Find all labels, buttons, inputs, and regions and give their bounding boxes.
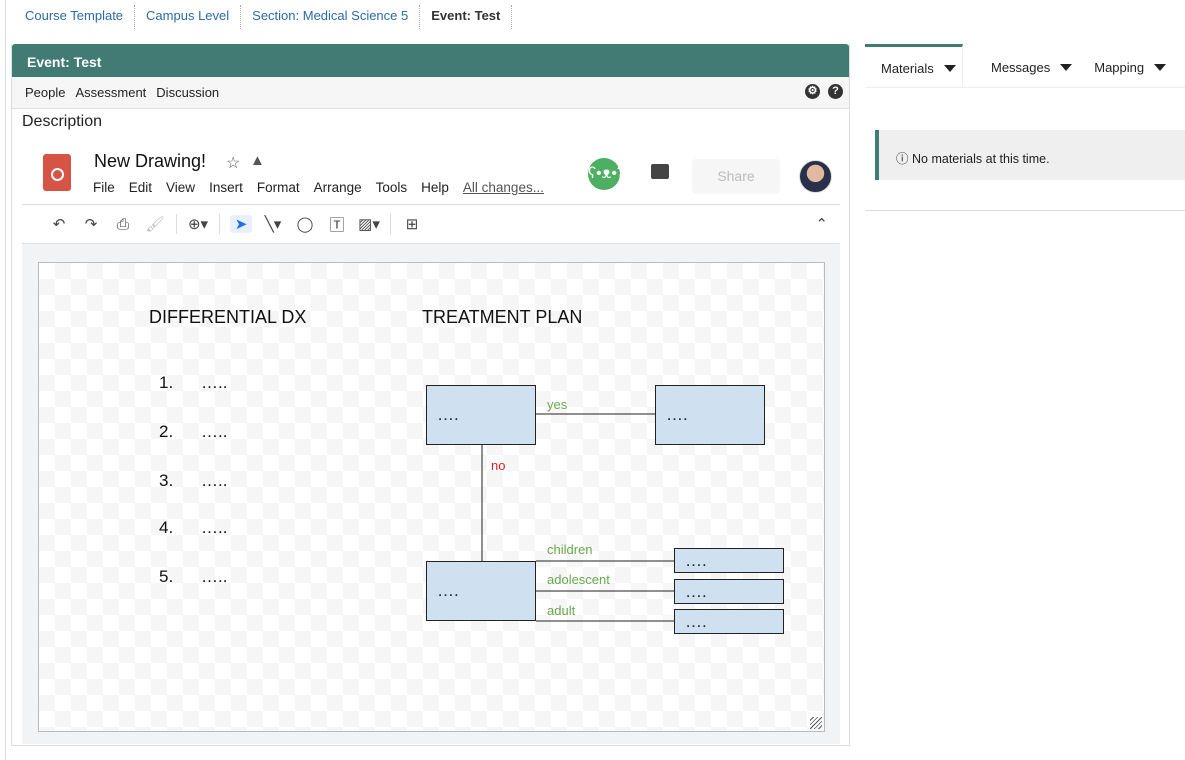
menu-insert[interactable]: Insert [209, 180, 243, 195]
gear-icon[interactable]: ⚙ [805, 84, 820, 99]
breadcrumb: Course Template Campus Level Section: Me… [14, 5, 513, 29]
breadcrumb-course-template[interactable]: Course Template [14, 5, 136, 29]
info-icon: ⓘ [896, 152, 909, 166]
document-title[interactable]: New Drawing! [94, 151, 206, 172]
tab-mapping-label: Mapping [1094, 60, 1145, 75]
no-materials-text: No materials at this time. [912, 152, 1050, 166]
list-number[interactable]: 2. [159, 422, 173, 442]
no-materials-alert: ⓘ No materials at this time. [875, 130, 1185, 180]
list-number[interactable]: 4. [159, 518, 173, 538]
menu-format[interactable]: Format [257, 180, 300, 195]
sidebar-tabs: Materials Messages Mapping [865, 44, 1185, 88]
caret-down-icon[interactable] [1154, 64, 1167, 71]
differential-dx-heading[interactable]: DIFFERENTIAL DX [149, 307, 306, 328]
children-box[interactable]: …. [674, 548, 784, 573]
children-label[interactable]: children [547, 542, 593, 557]
no-outcome-box[interactable]: …. [426, 561, 536, 621]
list-number[interactable]: 1. [159, 373, 173, 393]
menu-view[interactable]: View [166, 180, 195, 195]
menu-help[interactable]: Help [421, 180, 449, 195]
menu-tools[interactable]: Tools [376, 180, 408, 195]
breadcrumb-event: Event: Test [420, 5, 513, 29]
toolbar-divider [176, 214, 177, 234]
breadcrumb-section[interactable]: Section: Medical Science 5 [241, 5, 421, 29]
bear-avatar-icon[interactable]: ʕ•ᴥ•ʔ [588, 158, 625, 190]
save-status-link[interactable]: All changes... [463, 180, 544, 195]
redo-icon[interactable]: ↷ [80, 215, 102, 233]
print-icon[interactable]: ⎙ [112, 216, 134, 233]
adult-label[interactable]: adult [547, 603, 575, 618]
connector-lines [481, 413, 674, 622]
event-panel: Event: Test People Assessment Discussion… [11, 44, 850, 746]
list-item[interactable]: ….. [201, 373, 227, 393]
paint-format-icon[interactable]: 🖌 [144, 215, 166, 233]
line-icon[interactable]: ╲▾ [262, 215, 284, 233]
treatment-plan-heading[interactable]: TREATMENT PLAN [422, 307, 582, 328]
tab-messages-label: Messages [991, 60, 1051, 75]
menu-file[interactable]: File [93, 180, 115, 195]
caret-down-icon[interactable] [1060, 64, 1073, 71]
sidebar-panel: Materials Messages Mapping ⓘ No material… [865, 44, 1185, 211]
zoom-icon[interactable]: ⊕▾ [187, 215, 209, 233]
collapse-chevron-icon[interactable]: ⌃ [815, 215, 828, 233]
undo-icon[interactable]: ↶ [48, 215, 70, 233]
drawings-logo-icon[interactable] [43, 154, 71, 191]
drawing-toolbar: ↶ ↷ ⎙ 🖌 ⊕▾ ➤ ╲▾ ◯ 🅃 ▨▾ ⊞ ⌃ [22, 204, 840, 244]
caret-down-icon[interactable] [943, 65, 956, 72]
user-avatar[interactable] [799, 160, 832, 193]
tab-mapping[interactable]: Mapping [1072, 44, 1167, 87]
adult-box[interactable]: …. [674, 609, 784, 634]
help-icon[interactable]: ? [828, 84, 843, 99]
decision-box[interactable]: …. [426, 385, 536, 445]
tab-materials-label: Materials [881, 61, 934, 76]
menu-bar: File Edit View Insert Format Arrange Too… [93, 180, 558, 195]
list-item[interactable]: ….. [201, 422, 227, 442]
star-icon[interactable]: ☆ [226, 153, 240, 173]
toolbar-divider [219, 214, 220, 234]
drawing-header: New Drawing! ☆ ▲ File Edit View Insert F… [22, 144, 840, 204]
comments-icon[interactable] [651, 164, 669, 179]
list-item[interactable]: ….. [201, 567, 227, 587]
adolescent-box[interactable]: …. [674, 579, 784, 604]
text-box-icon[interactable]: 🅃 [326, 214, 348, 235]
move-to-drive-icon[interactable]: ▲ [250, 152, 265, 169]
menu-edit[interactable]: Edit [129, 180, 152, 195]
yes-outcome-box[interactable]: …. [655, 385, 765, 445]
description-heading: Description [22, 113, 103, 130]
list-item[interactable]: ….. [201, 471, 227, 491]
select-icon[interactable]: ➤ [230, 215, 252, 233]
nav-discussion[interactable]: Discussion [156, 85, 219, 100]
list-number[interactable]: 5. [159, 567, 173, 587]
shape-icon[interactable]: ◯ [294, 215, 316, 233]
breadcrumb-campus-level[interactable]: Campus Level [135, 5, 242, 29]
left-border [5, 0, 6, 760]
list-number[interactable]: 3. [159, 471, 173, 491]
add-comment-icon[interactable]: ⊞ [401, 215, 423, 233]
image-icon[interactable]: ▨▾ [358, 215, 380, 233]
list-item[interactable]: ….. [201, 518, 227, 538]
share-button[interactable]: Share [692, 159, 780, 194]
panel-nav: People Assessment Discussion ⚙? [12, 77, 849, 109]
tab-messages[interactable]: Messages [963, 44, 1073, 87]
nav-people[interactable]: People [25, 85, 65, 100]
adolescent-label[interactable]: adolescent [547, 572, 610, 587]
panel-title: Event: Test [12, 44, 849, 77]
yes-label[interactable]: yes [547, 397, 567, 412]
resize-handle[interactable] [810, 717, 822, 729]
toolbar-divider [390, 214, 391, 234]
no-label[interactable]: no [491, 458, 505, 473]
nav-assessment[interactable]: Assessment [75, 85, 146, 100]
menu-arrange[interactable]: Arrange [314, 180, 362, 195]
tab-materials[interactable]: Materials [865, 44, 963, 87]
drawing-canvas[interactable]: DIFFERENTIAL DX TREATMENT PLAN 1. ….. 2.… [38, 262, 825, 732]
